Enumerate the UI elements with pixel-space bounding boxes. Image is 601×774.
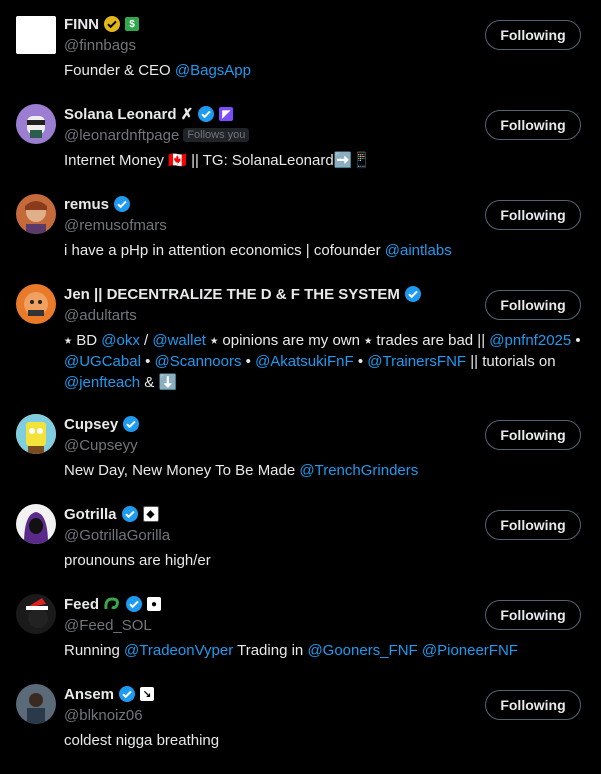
user-bio: ⭑ BD @okx / @wallet ⭑ opinions are my ow…	[64, 332, 581, 391]
verified-badge-icon	[125, 595, 143, 613]
user-name[interactable]: remus	[64, 196, 109, 213]
verified-badge-icon	[122, 415, 140, 433]
verified-badge-icon	[118, 685, 136, 703]
following-button[interactable]: Following	[485, 290, 581, 320]
user-handle[interactable]: @leonardnftpage	[64, 127, 179, 144]
verified-badge-icon	[404, 285, 422, 303]
user-row-cupsey[interactable]: Cupsey @Cupseyy New Day, New Money To Be…	[0, 400, 601, 490]
mention-link[interactable]: @jenfteach	[64, 374, 140, 391]
user-handle[interactable]: @Cupseyy	[64, 437, 138, 454]
mention-link[interactable]: @AkatsukiFnF	[255, 353, 354, 370]
user-row-gotrilla[interactable]: Gotrilla ◆ @GotrillaGorilla prounouns ar…	[0, 490, 601, 580]
user-handle[interactable]: @finnbags	[64, 37, 136, 54]
user-bio: Running @TradeonVyper Trading in @Gooner…	[64, 642, 518, 659]
user-row-solana-leonard[interactable]: Solana Leonard ✗ ◤ @leonardnftpage Follo…	[0, 90, 601, 180]
mention-link[interactable]: @TrainersFNF	[367, 353, 466, 370]
verified-badge-icon	[121, 505, 139, 523]
user-handle[interactable]: @Feed_SOL	[64, 617, 152, 634]
avatar[interactable]	[16, 684, 56, 724]
follows-you-badge: Follows you	[183, 128, 250, 142]
following-button[interactable]: Following	[485, 110, 581, 140]
following-button[interactable]: Following	[485, 420, 581, 450]
affiliate-logo-icon: ◤	[219, 107, 234, 121]
following-button[interactable]: Following	[485, 690, 581, 720]
following-list: FINN $ @finnbags Founder & CEO @BagsApp …	[0, 0, 601, 760]
money-bag-icon: $	[125, 17, 139, 31]
mention-link[interactable]: @UGCabal	[64, 353, 141, 370]
user-name[interactable]: FINN	[64, 16, 99, 33]
avatar[interactable]	[16, 284, 56, 324]
user-name[interactable]: Feed	[64, 596, 99, 613]
following-button[interactable]: Following	[485, 20, 581, 50]
avatar[interactable]	[16, 414, 56, 454]
user-name[interactable]: Solana Leonard ✗	[64, 105, 193, 123]
mention-link[interactable]: @okx	[101, 332, 140, 349]
verified-badge-icon	[113, 195, 131, 213]
affiliate-logo-icon: ◆	[142, 506, 159, 522]
avatar[interactable]	[16, 104, 56, 144]
user-bio: coldest nigga breathing	[64, 732, 220, 749]
avatar[interactable]	[16, 16, 56, 54]
user-handle[interactable]: @remusofmars	[64, 217, 167, 234]
user-row-finn[interactable]: FINN $ @finnbags Founder & CEO @BagsApp …	[0, 0, 601, 90]
user-bio: i have a pHp in attention economics | co…	[64, 242, 452, 259]
mention-link[interactable]: @Scannoors	[155, 353, 242, 370]
snake-emoji-icon	[103, 595, 121, 613]
verified-badge-icon	[197, 105, 215, 123]
user-row-jen[interactable]: Jen || DECENTRALIZE THE D & F THE SYSTEM…	[0, 270, 601, 400]
affiliate-logo-icon: ↘	[140, 687, 155, 701]
user-name[interactable]: Cupsey	[64, 416, 118, 433]
user-name[interactable]: Jen || DECENTRALIZE THE D & F THE SYSTEM	[64, 286, 400, 303]
following-button[interactable]: Following	[485, 600, 581, 630]
mention-link[interactable]: @aintlabs	[385, 242, 452, 259]
user-row-remus[interactable]: remus @remusofmars i have a pHp in atten…	[0, 180, 601, 270]
user-handle[interactable]: @blknoiz06	[64, 707, 143, 724]
user-bio: Internet Money 🇨🇦 || TG: SolanaLeonard➡️…	[64, 152, 372, 169]
user-handle[interactable]: @adultarts	[64, 307, 137, 324]
following-button[interactable]: Following	[485, 200, 581, 230]
mention-link[interactable]: @pnfnf2025	[489, 332, 571, 349]
user-name[interactable]: Ansem	[64, 686, 114, 703]
mention-link[interactable]: @wallet	[152, 332, 206, 349]
user-name[interactable]: Gotrilla	[64, 506, 117, 523]
user-bio: Founder & CEO @BagsApp	[64, 62, 251, 79]
gold-verified-badge-icon	[103, 15, 121, 33]
user-handle[interactable]: @GotrillaGorilla	[64, 527, 170, 544]
mention-link[interactable]: @Gooners_FNF	[307, 642, 417, 659]
affiliate-logo-icon: ●	[147, 597, 162, 611]
mention-link[interactable]: @TradeonVyper	[124, 642, 233, 659]
avatar[interactable]	[16, 504, 56, 544]
avatar[interactable]	[16, 594, 56, 634]
mention-link[interactable]: @PioneerFNF	[422, 642, 518, 659]
user-row-feed[interactable]: Feed ● @Feed_SOL Running @TradeonVyper T…	[0, 580, 601, 670]
mention-link[interactable]: @BagsApp	[175, 62, 251, 79]
mention-link[interactable]: @TrenchGrinders	[299, 462, 418, 479]
user-bio: prounouns are high/er	[64, 552, 211, 569]
following-button[interactable]: Following	[485, 510, 581, 540]
user-bio: New Day, New Money To Be Made @TrenchGri…	[64, 462, 419, 479]
avatar[interactable]	[16, 194, 56, 234]
user-row-ansem[interactable]: Ansem ↘ @blknoiz06 coldest nigga breathi…	[0, 670, 601, 760]
